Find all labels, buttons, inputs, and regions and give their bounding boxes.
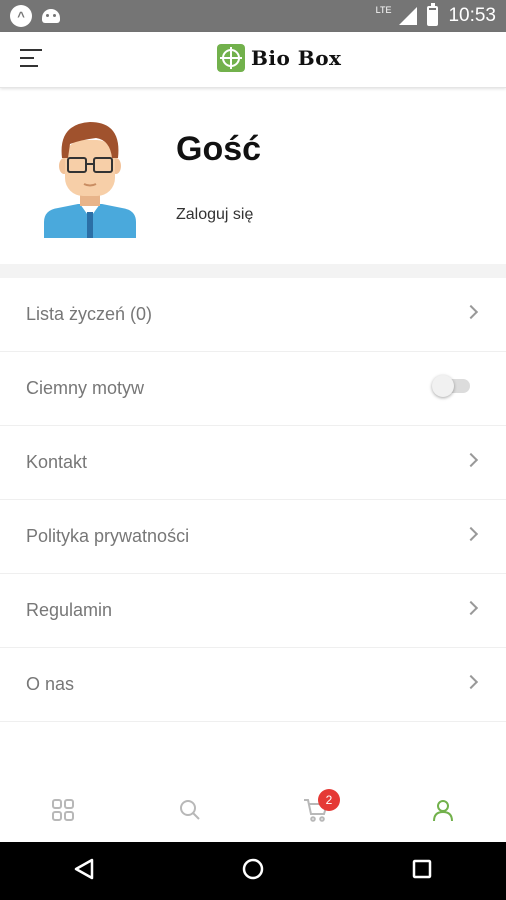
menu-item-contact[interactable]: Kontakt [0,426,506,500]
battery-icon [427,3,439,26]
bottom-navigation: 2 [0,782,506,842]
search-icon [178,798,202,827]
app-logo: Bio Box [217,44,341,72]
menu-item-label: Lista życzeń (0) [26,304,153,324]
dark-theme-toggle[interactable] [432,375,470,397]
chevron-right-icon [463,452,479,468]
nav-cart[interactable] [253,782,380,842]
network-type: LTE [375,5,392,15]
menu-item-about[interactable]: O nas [0,648,506,722]
cart-badge: 2 [318,789,340,811]
avatar [44,118,136,238]
grid-icon [51,798,75,827]
chevron-right-icon [463,600,479,616]
nav-categories[interactable] [0,782,127,842]
nav-profile[interactable] [380,782,506,842]
clock: 10:53 [448,5,496,26]
android-notification-icon [42,9,60,23]
back-icon[interactable] [72,857,96,886]
logo-text: Bio Box [251,46,342,70]
menu-item-label: Polityka prywatności [26,526,190,546]
chevron-right-icon [463,674,479,690]
settings-list: Lista życzeń (0) Ciemny motyw Kontakt Po… [0,278,506,722]
user-icon [431,798,455,827]
nav-search[interactable] [127,782,254,842]
logo-icon [217,44,245,72]
signal-icon [399,7,418,25]
chevron-right-icon [463,304,479,320]
system-navigation-bar [0,842,506,900]
menu-item-label: Ciemny motyw [26,378,145,398]
hamburger-menu-icon[interactable] [20,49,44,71]
menu-item-wishlist[interactable]: Lista życzeń (0) [0,278,506,352]
recents-icon[interactable] [410,857,434,886]
profile-name: Gość [176,130,262,168]
app-notification-icon: ^ [10,5,32,27]
menu-item-label: O nas [26,674,75,694]
login-link[interactable]: Zaloguj się [176,206,253,224]
menu-item-dark-theme: Ciemny motyw [0,352,506,426]
chevron-right-icon [463,526,479,542]
menu-item-label: Regulamin [26,600,113,620]
section-divider [0,264,506,278]
home-icon[interactable] [241,857,265,886]
menu-item-label: Kontakt [26,452,88,472]
menu-item-terms[interactable]: Regulamin [0,574,506,648]
app-bar: Bio Box [0,32,506,88]
menu-item-privacy-policy[interactable]: Polityka prywatności [0,500,506,574]
status-bar: ^ LTE 10:53 [0,0,506,32]
